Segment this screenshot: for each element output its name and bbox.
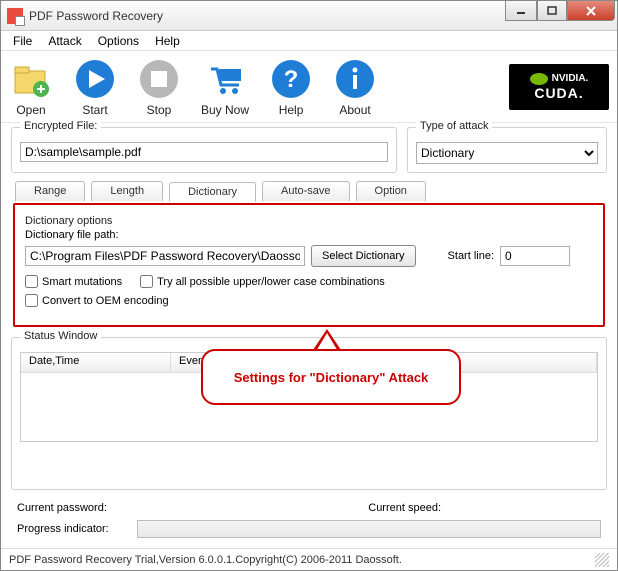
progress-indicator-label: Progress indicator: (17, 523, 127, 535)
try-cases-input[interactable] (140, 275, 153, 288)
start-line-input[interactable] (500, 246, 570, 266)
nvidia-label: NVIDIA. (552, 73, 589, 84)
dictionary-path-label: Dictionary file path: (25, 229, 593, 241)
attack-type-legend: Type of attack (416, 120, 492, 132)
cuda-label: CUDA. (534, 85, 583, 101)
folder-open-icon (9, 57, 53, 101)
oem-input[interactable] (25, 294, 38, 307)
encrypted-file-legend: Encrypted File: (20, 120, 101, 132)
buy-now-button[interactable]: Buy Now (201, 57, 249, 117)
app-icon (7, 8, 23, 24)
tab-option[interactable]: Option (356, 181, 426, 201)
select-dictionary-button[interactable]: Select Dictionary (311, 245, 416, 267)
minimize-button[interactable] (505, 1, 537, 21)
content-area: Encrypted File: Type of attack Dictionar… (1, 123, 617, 548)
menu-help[interactable]: Help (147, 32, 188, 50)
callout-annotation: Settings for "Dictionary" Attack (201, 349, 461, 405)
about-button[interactable]: About (333, 57, 377, 117)
dictionary-path-input[interactable] (25, 246, 305, 266)
menu-file[interactable]: File (5, 32, 40, 50)
progress-bar (137, 520, 601, 538)
status-col-datetime[interactable]: Date,Time (21, 353, 171, 372)
info-icon (333, 57, 377, 101)
stop-label: Stop (147, 103, 172, 117)
menu-options[interactable]: Options (90, 32, 147, 50)
try-cases-checkbox[interactable]: Try all possible upper/lower case combin… (140, 275, 385, 288)
nvidia-eye-icon (530, 73, 548, 85)
open-label: Open (16, 103, 45, 117)
about-label: About (339, 103, 370, 117)
statusbar: PDF Password Recovery Trial,Version 6.0.… (1, 548, 617, 570)
current-speed-label: Current speed: (368, 502, 458, 514)
help-label: Help (279, 103, 304, 117)
cuda-badge: NVIDIA. CUDA. (509, 64, 609, 110)
help-button[interactable]: ? Help (269, 57, 313, 117)
attack-type-group: Type of attack Dictionary (407, 127, 607, 173)
smart-mutations-checkbox[interactable]: Smart mutations (25, 275, 122, 288)
tab-range[interactable]: Range (15, 181, 85, 201)
window-title: PDF Password Recovery (29, 9, 505, 23)
maximize-button[interactable] (537, 1, 567, 21)
start-button[interactable]: Start (73, 57, 117, 117)
svg-text:?: ? (284, 66, 299, 93)
smart-mutations-label: Smart mutations (42, 276, 122, 288)
start-line-label: Start line: (448, 250, 494, 262)
try-cases-label: Try all possible upper/lower case combin… (157, 276, 385, 288)
cart-icon (203, 57, 247, 101)
tabs: Range Length Dictionary Auto-save Option (11, 179, 607, 201)
attack-type-select[interactable]: Dictionary (416, 142, 598, 164)
resize-grip-icon[interactable] (595, 553, 609, 567)
smart-mutations-input[interactable] (25, 275, 38, 288)
statusbar-text: PDF Password Recovery Trial,Version 6.0.… (9, 554, 402, 566)
tab-autosave[interactable]: Auto-save (262, 181, 350, 201)
open-button[interactable]: Open (9, 57, 53, 117)
menubar: File Attack Options Help (1, 31, 617, 51)
stop-icon (137, 57, 181, 101)
window-buttons (505, 1, 617, 30)
toolbar: Open Start Stop Buy Now ? Help About NVI… (1, 51, 617, 123)
oem-label: Convert to OEM encoding (42, 295, 169, 307)
buynow-label: Buy Now (201, 103, 249, 117)
current-password-label: Current password: (17, 502, 127, 514)
dictionary-options-group: Dictionary options Dictionary file path:… (13, 203, 605, 327)
menu-attack[interactable]: Attack (40, 32, 89, 50)
dictionary-options-legend: Dictionary options (25, 215, 593, 227)
play-icon (73, 57, 117, 101)
oem-checkbox[interactable]: Convert to OEM encoding (25, 294, 593, 307)
close-button[interactable] (567, 1, 615, 21)
titlebar: PDF Password Recovery (1, 1, 617, 31)
encrypted-file-group: Encrypted File: (11, 127, 397, 173)
tab-dictionary[interactable]: Dictionary (169, 182, 256, 202)
encrypted-file-input[interactable] (20, 142, 388, 162)
help-icon: ? (269, 57, 313, 101)
tab-length[interactable]: Length (91, 181, 163, 201)
start-label: Start (82, 103, 107, 117)
status-window-legend: Status Window (20, 330, 101, 342)
stop-button[interactable]: Stop (137, 57, 181, 117)
